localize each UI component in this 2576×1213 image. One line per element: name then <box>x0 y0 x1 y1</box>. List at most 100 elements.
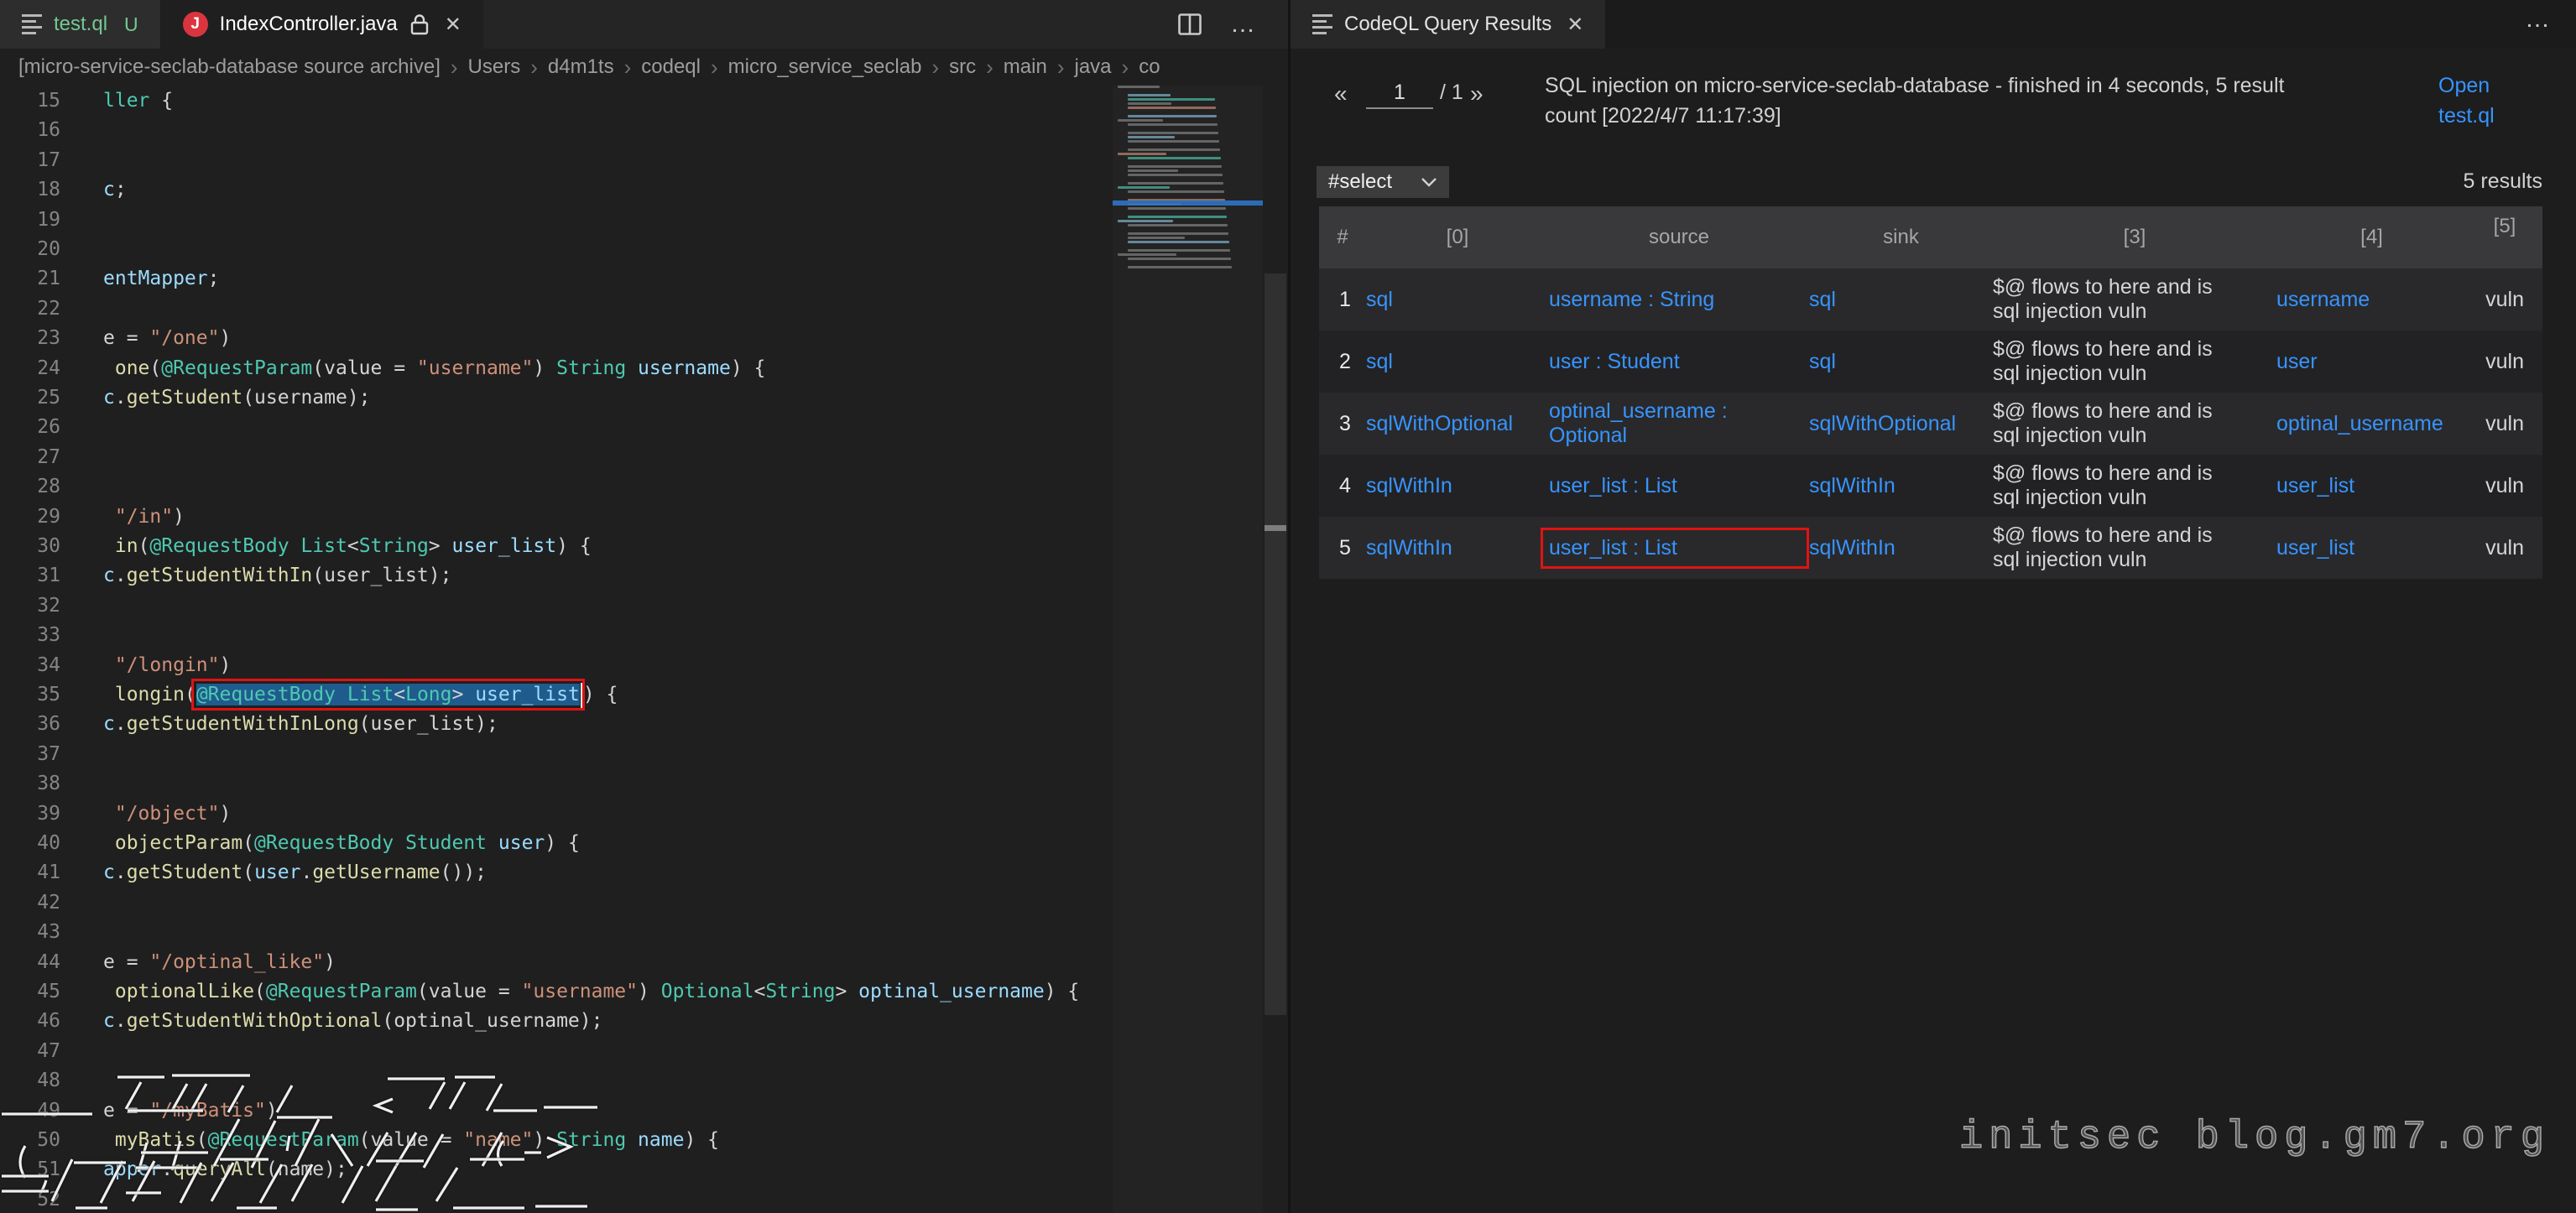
sink-link[interactable]: sql <box>1809 268 1993 331</box>
code-line-content: e = "/one") <box>103 323 231 353</box>
breadcrumb-separator: › <box>931 55 939 81</box>
close-tab-icon[interactable]: ✕ <box>445 13 461 37</box>
result-set-select[interactable]: #select <box>1317 166 1449 198</box>
breadcrumb-item[interactable]: codeql <box>641 55 701 79</box>
source-link[interactable]: username : String <box>1549 268 1809 331</box>
line-number: 15 <box>0 86 60 116</box>
flow-message: $@ flows to here and issql injection vul… <box>1993 455 2276 517</box>
breadcrumb-item[interactable]: main <box>1004 55 1047 79</box>
code-line: 38 <box>0 768 1263 799</box>
editor-group: test.ql U J IndexController.java ✕ … [mi… <box>0 0 1288 1213</box>
result-row[interactable]: 4sqlWithInuser_list : ListsqlWithIn$@ fl… <box>1319 455 2542 517</box>
status-line-1: SQL injection on micro-service-seclab-da… <box>1545 70 2443 101</box>
ql-file-icon <box>22 11 42 38</box>
code-editor[interactable]: 15ller {161718c;192021entMapper;2223e = … <box>0 86 1263 1213</box>
predicate-link[interactable]: sqlWithOptional <box>1366 393 1549 455</box>
breadcrumb-item[interactable]: d4m1ts <box>548 55 614 79</box>
java-file-icon: J <box>183 12 208 37</box>
code-line: 36c.getStudentWithInLong(user_list); <box>0 709 1263 739</box>
column-header[interactable]: [0] <box>1366 206 1549 268</box>
column-header[interactable]: [3] <box>1993 206 2276 268</box>
sink-link[interactable]: sql <box>1809 331 1993 393</box>
predicate-link[interactable]: sql <box>1366 331 1549 393</box>
result-row[interactable]: 1sqlusername : Stringsql$@ flows to here… <box>1319 268 2542 331</box>
predicate-link[interactable]: sqlWithIn <box>1366 455 1549 517</box>
codeql-results-panel: CodeQL Query Results ✕ … « 1 / 1 » SQL i… <box>1291 0 2576 1213</box>
breadcrumb-item[interactable]: src <box>949 55 976 79</box>
list-icon <box>1312 11 1332 38</box>
breadcrumb-separator: › <box>530 55 538 81</box>
source-link[interactable]: user : Student <box>1549 331 1809 393</box>
scrollbar-decoration <box>1265 525 1286 531</box>
line-number: 21 <box>0 263 60 294</box>
sink-link[interactable]: sqlWithOptional <box>1809 393 1993 455</box>
line-number: 40 <box>0 828 60 858</box>
code-line: 15 ller { <box>0 86 1263 116</box>
code-line: 50 myBatis(@RequestParam(value = "name")… <box>0 1125 1263 1155</box>
minimap[interactable] <box>1116 86 1260 273</box>
tab-indexcontroller-java[interactable]: J IndexController.java ✕ <box>161 0 483 49</box>
open-query-link[interactable]: Open test.ql <box>2438 70 2509 131</box>
line-number: 26 <box>0 412 60 442</box>
column-header[interactable]: [4] <box>2276 206 2467 268</box>
tab-test-ql[interactable]: test.ql U <box>0 0 161 49</box>
result-row[interactable]: 3sqlWithOptionaloptinal_username :Option… <box>1319 393 2542 455</box>
code-line: 30 in(@RequestBody List<String> user_lis… <box>0 531 1263 561</box>
result-row[interactable]: 2sqluser : Studentsql$@ flows to here an… <box>1319 331 2542 393</box>
line-number: 45 <box>0 976 60 1007</box>
page-number-input[interactable]: 1 <box>1366 75 1433 109</box>
sink-link[interactable]: sqlWithIn <box>1809 455 1993 517</box>
code-line-content: c.getStudent(username); <box>103 383 371 413</box>
breadcrumb-item[interactable]: co <box>1139 55 1160 79</box>
variable-link[interactable]: user <box>2276 331 2467 393</box>
source-link[interactable]: optinal_username :Optional <box>1549 393 1809 455</box>
next-page-button[interactable]: » <box>1470 81 1484 107</box>
source-link[interactable]: user_list : List <box>1549 455 1809 517</box>
status-line-2: count [2022/4/7 11:17:39] <box>1545 101 2443 131</box>
predicate-link[interactable]: sql <box>1366 268 1549 331</box>
variable-link[interactable]: optinal_username <box>2276 393 2467 455</box>
breadcrumb-item[interactable]: Users <box>468 55 521 79</box>
code-line-content: "/in") <box>103 502 185 532</box>
variable-link[interactable]: user_list <box>2276 455 2467 517</box>
variable-link[interactable]: user_list <box>2276 517 2467 579</box>
line-number: 28 <box>0 471 60 502</box>
column-header[interactable]: [5] <box>2467 206 2542 268</box>
text-selection: @RequestBody List<Long> user_list <box>196 684 580 705</box>
code-line: 39 "/object") <box>0 799 1263 829</box>
column-header[interactable]: source <box>1549 206 1809 268</box>
variable-link[interactable]: username <box>2276 268 2467 331</box>
sink-link[interactable]: sqlWithIn <box>1809 517 1993 579</box>
line-number: 37 <box>0 739 60 769</box>
panel-more-icon[interactable]: … <box>2525 5 2553 34</box>
result-index: 3 <box>1319 393 1366 455</box>
result-annotation-box: user_list : List <box>1549 536 1801 560</box>
flow-message: $@ flows to here and issql injection vul… <box>1993 268 2276 331</box>
breadcrumb-item[interactable]: java <box>1074 55 1111 79</box>
code-line: 48 <box>0 1065 1263 1096</box>
source-link[interactable]: user_list : List <box>1549 517 1809 579</box>
split-editor-icon[interactable] <box>1178 13 1202 35</box>
code-line: 37 <box>0 739 1263 769</box>
code-line-content: c.getStudentWithIn(user_list); <box>103 560 451 591</box>
column-header[interactable]: # <box>1319 206 1366 268</box>
editor-actions: … <box>1178 0 1288 49</box>
more-actions-icon[interactable]: … <box>1230 10 1258 39</box>
tab-codeql-query-results[interactable]: CodeQL Query Results ✕ <box>1291 0 1605 49</box>
result-row[interactable]: 5sqlWithInuser_list : ListsqlWithIn$@ fl… <box>1319 517 2542 579</box>
column-header[interactable]: sink <box>1809 206 1993 268</box>
code-line: 26 <box>0 412 1263 442</box>
tab-label: IndexController.java <box>220 13 398 36</box>
breadcrumb-item[interactable]: [micro-service-seclab-database source ar… <box>18 55 441 79</box>
breadcrumb-item[interactable]: micro_service_seclab <box>728 55 922 79</box>
panel-tabbar: CodeQL Query Results ✕ … <box>1291 0 2576 49</box>
close-panel-icon[interactable]: ✕ <box>1567 13 1583 37</box>
prev-page-button[interactable]: « <box>1334 81 1348 107</box>
code-line-content: ller { <box>103 86 173 116</box>
line-number: 24 <box>0 353 60 383</box>
code-line: 40 objectParam(@RequestBody Student user… <box>0 828 1263 858</box>
predicate-link[interactable]: sqlWithIn <box>1366 517 1549 579</box>
line-number: 48 <box>0 1065 60 1096</box>
line-number: 18 <box>0 174 60 205</box>
editor-vertical-scrollbar[interactable] <box>1265 273 1286 1015</box>
